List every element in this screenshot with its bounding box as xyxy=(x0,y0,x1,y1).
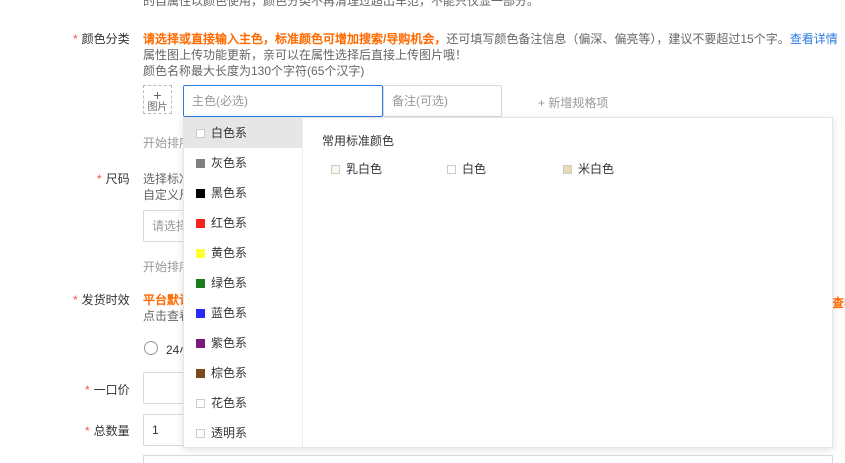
color-swatch xyxy=(196,279,205,288)
quantity-value: 1 xyxy=(152,423,159,437)
color-category-item[interactable]: 红色系 xyxy=(184,208,302,238)
color-swatch xyxy=(196,399,205,408)
color-category-item[interactable]: 棕色系 xyxy=(184,358,302,388)
color-swatch xyxy=(196,129,205,138)
color-swatch xyxy=(196,249,205,258)
color-category-item[interactable]: 绿色系 xyxy=(184,268,302,298)
add-spec-button[interactable]: + 新增规格项 xyxy=(538,94,608,111)
upload-text: 图片 xyxy=(147,102,168,113)
color-category-item[interactable]: 灰色系 xyxy=(184,148,302,178)
color-hint-rest: 还可填写颜色备注信息（偏深、偏亮等），建议不要超过15个字。 xyxy=(446,32,790,46)
color-category-label: 黄色系 xyxy=(211,246,248,260)
standard-color-label: 乳白色 xyxy=(346,162,383,176)
color-swatch xyxy=(196,189,205,198)
color-label: * 颜色分类 xyxy=(73,32,130,46)
delivery-label-text: 发货时效 xyxy=(81,293,130,307)
delivery-24h-radio[interactable] xyxy=(144,341,158,355)
color-category-item[interactable]: 蓝色系 xyxy=(184,298,302,328)
plus-icon: + xyxy=(153,87,162,103)
standard-color-label: 白色 xyxy=(462,162,487,176)
top-cut-text: 的自属性以颜色使用，颜色分类不再清理过超出车范，不能只仅显一部分。 xyxy=(143,0,540,8)
color-category-item[interactable]: 黄色系 xyxy=(184,238,302,268)
delivery-label: * 发货时效 xyxy=(73,293,130,307)
color-swatch xyxy=(196,219,205,228)
color-label-text: 颜色分类 xyxy=(81,32,130,46)
standard-color-item[interactable]: 米白色 xyxy=(563,160,614,177)
color-category-label: 黑色系 xyxy=(211,186,248,200)
color-category-label: 蓝色系 xyxy=(211,306,248,320)
color-category-label: 透明系 xyxy=(211,426,248,440)
color-category-label: 白色系 xyxy=(211,126,248,140)
standard-color-item[interactable]: 乳白色 xyxy=(331,160,382,177)
color-hint-line2: 属性图上传功能更新，亲可以在属性选择后直接上传图片哦！ xyxy=(143,48,468,62)
color-note-placeholder: 备注(可选) xyxy=(392,94,448,108)
color-swatch xyxy=(196,429,205,438)
color-dropdown-panel: 白色系灰色系黑色系红色系黄色系绿色系蓝色系紫色系棕色系花色系透明系 常用标准颜色… xyxy=(183,117,833,448)
quantity-label-text: 总数量 xyxy=(93,424,130,438)
view-details-link[interactable]: 查看详情 xyxy=(790,32,838,46)
color-hint: 请选择或直接输入主色，标准颜色可增加搜索/导购机会，还可填写颜色备注信息（偏深、… xyxy=(143,30,838,47)
color-hint-line3: 颜色名称最大长度为130个字符(65个汉字) xyxy=(143,64,365,78)
color-category-item[interactable]: 黑色系 xyxy=(184,178,302,208)
price-label: * 一口价 xyxy=(85,383,130,397)
size-label: * 尺码 xyxy=(97,172,130,186)
main-color-placeholder: 主色(必选) xyxy=(192,94,248,108)
color-category-item[interactable]: 花色系 xyxy=(184,388,302,418)
main-color-input[interactable]: 主色(必选) xyxy=(183,85,383,117)
color-category-label: 棕色系 xyxy=(211,366,248,380)
quantity-label: * 总数量 xyxy=(85,424,130,438)
color-category-label: 绿色系 xyxy=(211,276,248,290)
color-swatch xyxy=(447,165,456,174)
color-hint-orange: 请选择或直接输入主色，标准颜色可增加搜索/导购机会， xyxy=(143,32,447,46)
delivery-right-link[interactable]: 查看 xyxy=(832,294,845,311)
color-swatch xyxy=(331,165,340,174)
color-category-label: 紫色系 xyxy=(211,336,248,350)
color-category-item[interactable]: 白色系 xyxy=(184,118,302,148)
size-label-text: 尺码 xyxy=(105,172,130,186)
standard-colors-title: 常用标准颜色 xyxy=(322,134,395,148)
color-category-item[interactable]: 紫色系 xyxy=(184,328,302,358)
color-swatch xyxy=(196,369,205,378)
color-swatch xyxy=(563,165,572,174)
color-note-input[interactable]: 备注(可选) xyxy=(383,85,502,117)
color-category-item[interactable]: 透明系 xyxy=(184,418,302,448)
image-upload-button[interactable]: + 图片 xyxy=(143,85,172,114)
standard-color-label: 米白色 xyxy=(578,162,615,176)
color-swatch xyxy=(196,309,205,318)
color-category-label: 灰色系 xyxy=(211,156,248,170)
color-category-list: 白色系灰色系黑色系红色系黄色系绿色系蓝色系紫色系棕色系花色系透明系 xyxy=(184,118,303,447)
color-category-label: 红色系 xyxy=(211,216,248,230)
color-swatch xyxy=(196,159,205,168)
standard-color-item[interactable]: 白色 xyxy=(447,160,486,177)
color-swatch xyxy=(196,339,205,348)
price-label-text: 一口价 xyxy=(93,383,130,397)
color-category-label: 花色系 xyxy=(211,396,248,410)
